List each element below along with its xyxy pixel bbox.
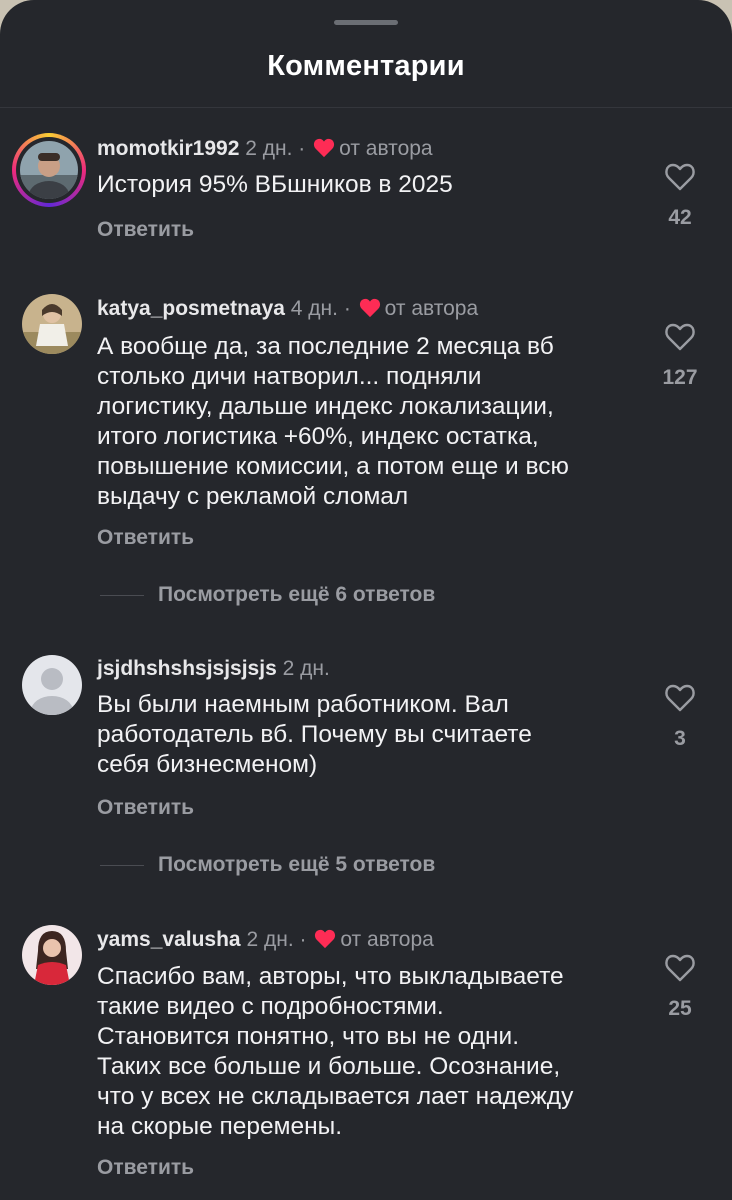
comment-meta: katya_posmetnaya 4 дн. · от автора: [97, 294, 478, 324]
username[interactable]: momotkir1992: [97, 137, 239, 160]
comment-text-line: на скорые перемены.: [97, 1113, 343, 1140]
heart-outline-icon: [665, 954, 695, 982]
like-button[interactable]: 25: [652, 953, 708, 1021]
default-avatar[interactable]: [22, 655, 82, 715]
author-badge: от автора: [340, 928, 434, 951]
avatar[interactable]: [22, 925, 82, 985]
comment-text-line: Спасибо вам, авторы, что выкладываете: [97, 963, 564, 990]
comment-text-line: работодатель вб. Почему вы считаете: [97, 721, 532, 748]
author-liked-heart-icon: [314, 138, 335, 158]
avatar[interactable]: [22, 294, 82, 354]
username[interactable]: jsjdhshshsjsjsjsjs: [97, 657, 277, 680]
comment-text-line: Таких все больше и больше. Осознание,: [97, 1053, 561, 1080]
comment-meta: momotkir1992 2 дн. · от автора: [97, 134, 433, 164]
meta-separator: ·: [299, 928, 307, 951]
author-badge: от автора: [339, 137, 433, 160]
username[interactable]: yams_valusha: [97, 928, 241, 951]
user-placeholder-icon: [22, 655, 82, 715]
reply-button[interactable]: Ответить: [97, 526, 194, 550]
comment-text-line: себя бизнесменом): [97, 751, 318, 778]
author-liked-heart-icon: [315, 929, 336, 949]
comment-text: Вы были наемным работником. Вал работода…: [97, 690, 637, 780]
like-button[interactable]: 3: [652, 683, 708, 751]
meta-separator: ·: [343, 297, 351, 320]
comment-time: 2 дн.: [282, 657, 330, 680]
heart-outline-icon: [665, 684, 695, 712]
like-button[interactable]: 127: [652, 322, 708, 390]
replies-line: [100, 864, 144, 866]
comment-text-line: выдачу с рекламой сломал: [97, 483, 409, 510]
comment-time: 2 дн.: [245, 137, 293, 160]
meta-separator: ·: [298, 137, 306, 160]
like-count: 3: [674, 727, 686, 750]
header-divider: [0, 107, 732, 108]
comment-text-line: логистику, дальше индекс локализации,: [97, 393, 554, 420]
view-more-replies[interactable]: Посмотреть ещё 6 ответов: [100, 580, 435, 610]
comment-text: Спасибо вам, авторы, что выкладываете та…: [97, 962, 637, 1142]
view-more-replies[interactable]: Посмотреть ещё 5 ответов: [100, 850, 435, 880]
comment-text-line: итого логистика +60%, индекс остатка,: [97, 423, 539, 450]
username[interactable]: katya_posmetnaya: [97, 297, 285, 320]
heart-outline-icon: [665, 323, 695, 351]
heart-outline-icon: [665, 163, 695, 191]
view-more-label: Посмотреть ещё 5 ответов: [158, 853, 436, 876]
like-count: 25: [668, 997, 692, 1020]
reply-button[interactable]: Ответить: [97, 1156, 194, 1180]
comment-text-line: повышение комиссии, а потом еще и всю: [97, 453, 569, 480]
like-count: 127: [662, 366, 698, 389]
avatar-story-ring[interactable]: [12, 133, 86, 207]
comment-text: История 95% ВБшников в 2025: [97, 171, 453, 198]
comment-text-line: такие видео с подробностями.: [97, 993, 444, 1020]
view-more-label: Посмотреть ещё 6 ответов: [158, 583, 436, 606]
comment-time: 2 дн.: [246, 928, 294, 951]
sheet-title: Комментарии: [267, 50, 465, 82]
replies-line: [100, 594, 144, 596]
comment-text-line: столько дичи натворил... подняли: [97, 363, 482, 390]
comment-meta: yams_valusha 2 дн. · от автора: [97, 925, 434, 955]
comment-text-line: что у всех не складывается лает надежду: [97, 1083, 574, 1110]
drag-handle[interactable]: [334, 20, 398, 25]
avatar: [20, 141, 78, 199]
author-badge: от автора: [384, 297, 479, 320]
comment-text-line: Вы были наемным работником. Вал: [97, 691, 509, 718]
comment-text: А вообще да, за последние 2 месяца вб ст…: [97, 332, 637, 512]
comment-text-line: А вообще да, за последние 2 месяца вб: [97, 333, 554, 360]
reply-button[interactable]: Ответить: [97, 796, 194, 820]
like-button[interactable]: 42: [652, 162, 708, 230]
reply-button[interactable]: Ответить: [97, 218, 194, 242]
author-liked-heart-icon: [359, 298, 380, 318]
like-count: 42: [668, 206, 692, 229]
comment-time: 4 дн.: [290, 297, 338, 320]
comment-meta: jsjdhshshsjsjsjsjs 2 дн.: [97, 654, 330, 684]
comments-sheet: Комментарии momotkir1992 2 дн. · от авто…: [0, 0, 732, 1200]
comment-text-line: Становится понятно, что вы не одни.: [97, 1023, 520, 1050]
